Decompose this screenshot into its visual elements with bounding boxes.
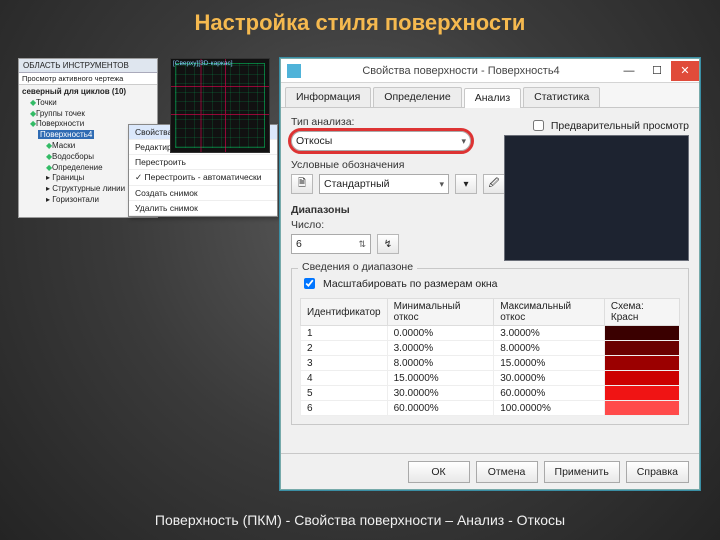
table-row[interactable]: 10.0000%3.0000% [301, 326, 680, 341]
cell-min: 15.0000% [387, 371, 494, 386]
table-row[interactable]: 23.0000%8.0000% [301, 341, 680, 356]
cell-color [604, 401, 679, 416]
cell-max: 60.0000% [494, 386, 605, 401]
cell-min: 8.0000% [387, 356, 494, 371]
minimize-button[interactable]: — [615, 61, 643, 81]
close-button[interactable]: ✕ [671, 61, 699, 81]
toolspace-header: ОБЛАСТЬ ИНСТРУМЕНТОВ [19, 59, 157, 73]
legend-style-icon-button[interactable]: 🗎 [291, 174, 313, 194]
tab-statistics[interactable]: Статистика [523, 87, 600, 107]
dialog-footer: ОК Отмена Применить Справка [281, 453, 699, 489]
cell-id: 5 [301, 386, 388, 401]
context-menu-item[interactable]: Перестроить [129, 155, 277, 170]
cell-color [604, 386, 679, 401]
help-button[interactable]: Справка [626, 461, 689, 483]
preview-checkbox-row: Предварительный просмотр [529, 117, 689, 134]
cell-id: 1 [301, 326, 388, 341]
toolspace-subtitle: Просмотр активного чертежа [19, 73, 157, 85]
table-row[interactable]: 660.0000%100.0000% [301, 401, 680, 416]
context-menu-item[interactable]: ✓ Перестроить - автоматически [129, 170, 277, 186]
cell-color [604, 326, 679, 341]
context-menu-item[interactable]: Создать снимок [129, 186, 277, 201]
dialog-body: Тип анализа: Откосы ▾ Условные обозначен… [281, 108, 699, 431]
cell-max: 15.0000% [494, 356, 605, 371]
preview-label: Предварительный просмотр [551, 120, 689, 132]
dialog-title: Свойства поверхности - Поверхность4 [307, 65, 615, 77]
ok-button[interactable]: ОК [408, 461, 470, 483]
legend-select[interactable]: Стандартный ▾ [319, 174, 449, 194]
tab-analysis[interactable]: Анализ [464, 88, 521, 108]
cell-max: 100.0000% [494, 401, 605, 416]
table-row[interactable]: 530.0000%60.0000% [301, 386, 680, 401]
scale-to-fit-checkbox[interactable] [304, 278, 315, 289]
col-max[interactable]: Максимальный откос [494, 299, 605, 326]
analysis-type-select[interactable]: Откосы ▾ [291, 131, 471, 151]
legend-edit-button[interactable]: ▾ [455, 174, 477, 194]
slide-caption: Поверхность (ПКМ) - Свойства поверхности… [0, 512, 720, 528]
preview-viewport [504, 135, 689, 261]
ranges-table: Идентификатор Минимальный откос Максимал… [300, 298, 680, 416]
app-icon [287, 64, 301, 78]
dialog-titlebar: Свойства поверхности - Поверхность4 — ☐ … [281, 59, 699, 83]
legend-pick-button[interactable]: 🖉 [483, 174, 505, 194]
run-analysis-button[interactable]: ↯ [377, 234, 399, 254]
range-info-group: Сведения о диапазоне Масштабировать по р… [291, 268, 689, 425]
chevron-down-icon: ▾ [461, 136, 466, 147]
tab-definition[interactable]: Определение [373, 87, 461, 107]
cell-min: 60.0000% [387, 401, 494, 416]
col-scheme[interactable]: Схема: Красн [604, 299, 679, 326]
cell-max: 3.0000% [494, 326, 605, 341]
maximize-button[interactable]: ☐ [643, 61, 671, 81]
preview-checkbox[interactable] [533, 120, 544, 131]
drawing-viewport: [Сверху][3D-каркас] [170, 58, 270, 153]
context-menu-item[interactable]: Удалить снимок [129, 201, 277, 216]
cell-min: 3.0000% [387, 341, 494, 356]
col-min[interactable]: Минимальный откос [387, 299, 494, 326]
tree-item[interactable]: ◆Точки [22, 98, 154, 109]
tab-information[interactable]: Информация [285, 87, 371, 107]
scale-to-fit-label: Масштабировать по размерам окна [323, 278, 498, 290]
apply-button[interactable]: Применить [544, 461, 620, 483]
col-id[interactable]: Идентификатор [301, 299, 388, 326]
cell-color [604, 371, 679, 386]
cell-color [604, 341, 679, 356]
range-info-title: Сведения о диапазоне [298, 261, 417, 273]
cell-id: 6 [301, 401, 388, 416]
dialog-tabs: Информация Определение Анализ Статистика [281, 83, 699, 108]
cell-max: 30.0000% [494, 371, 605, 386]
cell-id: 4 [301, 371, 388, 386]
cancel-button[interactable]: Отмена [476, 461, 538, 483]
cell-max: 8.0000% [494, 341, 605, 356]
slide-title: Настройка стиля поверхности [0, 0, 720, 42]
surface-properties-dialog: Свойства поверхности - Поверхность4 — ☐ … [280, 58, 700, 490]
cell-min: 0.0000% [387, 326, 494, 341]
tree-item[interactable]: ◆Группы точек [22, 109, 154, 120]
tree-root[interactable]: северный для циклов (10) [22, 87, 154, 98]
table-row[interactable]: 38.0000%15.0000% [301, 356, 680, 371]
cell-id: 2 [301, 341, 388, 356]
cell-min: 30.0000% [387, 386, 494, 401]
table-row[interactable]: 415.0000%30.0000% [301, 371, 680, 386]
cell-id: 3 [301, 356, 388, 371]
viewport-label: [Сверху][3D-каркас] [173, 60, 233, 67]
cell-color [604, 356, 679, 371]
chevron-down-icon: ▾ [439, 179, 444, 190]
spinner-icon: ⇅ [358, 239, 366, 250]
range-count-input[interactable]: 6 ⇅ [291, 234, 371, 254]
